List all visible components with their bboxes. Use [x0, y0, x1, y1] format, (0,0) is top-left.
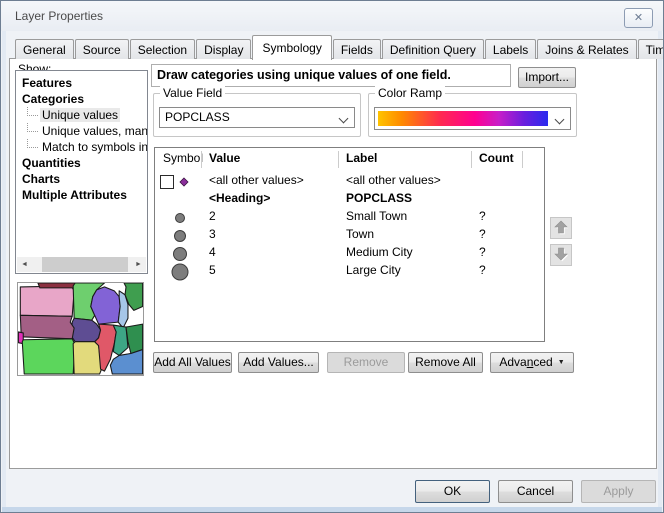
map-region: [91, 287, 120, 324]
symbology-tab-page: Show: Features Categories Unique values …: [9, 58, 657, 469]
column-header-count: Count: [479, 151, 514, 165]
color-ramp-dropdown[interactable]: [374, 107, 571, 130]
cell-value: <all other values>: [209, 173, 304, 187]
add-values-button[interactable]: Add Values...: [238, 352, 319, 373]
window-frame-bottom: [2, 507, 662, 512]
tab-display[interactable]: Display: [196, 39, 251, 59]
cell-label: Town: [346, 227, 374, 241]
show-tree: Features Categories Unique values Unique…: [15, 70, 148, 274]
advanced-button[interactable]: Advanced▼: [490, 352, 574, 373]
tab-definition-query[interactable]: Definition Query: [382, 39, 484, 59]
table-row[interactable]: 5 Large City ?: [155, 261, 544, 279]
color-ramp-label: Color Ramp: [375, 86, 445, 100]
tree-item-charts[interactable]: Charts: [16, 171, 147, 187]
dropdown-arrow-icon: ▼: [558, 359, 565, 366]
map-region: [38, 283, 75, 288]
map-region: [113, 325, 128, 355]
cell-label: POPCLASS: [346, 191, 412, 205]
add-all-values-button[interactable]: Add All Values: [153, 352, 232, 373]
tab-symbology[interactable]: Symbology: [252, 35, 331, 60]
window-title: Layer Properties: [15, 9, 103, 23]
map-preview-svg: [18, 283, 143, 375]
table-row[interactable]: 3 Town ?: [155, 225, 544, 243]
layer-properties-dialog: Layer Properties ✕ General Source Select…: [0, 0, 664, 513]
cell-count: ?: [479, 263, 486, 277]
tab-selection[interactable]: Selection: [130, 39, 195, 59]
tree-item-match-symbols[interactable]: Match to symbols in a: [16, 139, 147, 155]
cell-label: Medium City: [346, 245, 413, 259]
tree-item-quantities[interactable]: Quantities: [16, 155, 147, 171]
column-header-value: Value: [209, 151, 240, 165]
import-button[interactable]: Import...: [518, 67, 576, 88]
tab-joins-relates[interactable]: Joins & Relates: [537, 39, 636, 59]
map-region: [22, 339, 75, 374]
move-down-button[interactable]: [550, 244, 572, 266]
cell-count: ?: [479, 245, 486, 259]
cell-count: ?: [479, 209, 486, 223]
values-table-header: Symbol Value Label Count: [155, 148, 544, 169]
tab-general[interactable]: General: [15, 39, 74, 59]
tab-time[interactable]: Time: [638, 39, 664, 59]
up-arrow-icon: [551, 218, 571, 238]
title-bar[interactable]: Layer Properties ✕: [1, 1, 663, 31]
tab-strip: General Source Selection Display Symbolo…: [15, 33, 664, 59]
map-region: [126, 324, 143, 353]
window-frame-right: [658, 31, 662, 507]
cell-value: 2: [209, 209, 216, 223]
cell-label: Small Town: [346, 209, 407, 223]
tree-item-unique-values-many[interactable]: Unique values, many: [16, 123, 147, 139]
close-icon: ✕: [634, 12, 643, 24]
value-field-label: Value Field: [160, 86, 225, 100]
tree-horizontal-scrollbar[interactable]: ◄ ►: [17, 257, 146, 272]
tab-labels[interactable]: Labels: [485, 39, 536, 59]
scrollbar-thumb[interactable]: [42, 257, 128, 272]
cell-label: Large City: [346, 263, 401, 277]
table-row[interactable]: 4 Medium City ?: [155, 243, 544, 261]
all-other-values-checkbox[interactable]: [160, 175, 174, 189]
apply-button: Apply: [581, 480, 656, 503]
close-button[interactable]: ✕: [624, 8, 653, 28]
remove-button: Remove: [327, 352, 405, 373]
tree-item-unique-values[interactable]: Unique values: [16, 107, 147, 123]
method-description: Draw categories using unique values of o…: [151, 64, 511, 87]
scroll-right-icon[interactable]: ►: [131, 257, 146, 272]
scroll-left-icon[interactable]: ◄: [17, 257, 32, 272]
table-row[interactable]: 2 Small Town ?: [155, 207, 544, 225]
map-region: [71, 318, 100, 341]
cell-label: <all other values>: [346, 173, 441, 187]
column-header-label: Label: [346, 151, 377, 165]
cancel-button[interactable]: Cancel: [498, 480, 573, 503]
move-up-button[interactable]: [550, 217, 572, 239]
tree-item-multiple-attributes[interactable]: Multiple Attributes: [16, 187, 147, 203]
value-field-selected: POPCLASS: [165, 110, 230, 124]
tree-item-categories[interactable]: Categories: [16, 91, 147, 107]
color-ramp-swatch: [378, 111, 548, 126]
cell-value: <Heading>: [209, 191, 270, 205]
value-field-dropdown[interactable]: POPCLASS: [159, 107, 355, 128]
chevron-down-icon: [339, 114, 349, 124]
ok-button[interactable]: OK: [415, 480, 490, 503]
table-row[interactable]: <all other values> <all other values>: [155, 171, 544, 189]
column-header-symbol: Symbol: [163, 151, 203, 165]
cell-value: 4: [209, 245, 216, 259]
cell-value: 3: [209, 227, 216, 241]
remove-all-button[interactable]: Remove All: [408, 352, 483, 373]
symbology-preview-map: [17, 282, 144, 376]
map-region: [20, 286, 74, 316]
map-region: [20, 315, 74, 338]
values-table: Symbol Value Label Count <all other valu…: [154, 147, 545, 342]
cell-count: ?: [479, 227, 486, 241]
window-frame-left: [2, 31, 6, 507]
tree-item-features[interactable]: Features: [16, 75, 147, 91]
chevron-down-icon: [555, 115, 565, 125]
down-arrow-icon: [551, 245, 571, 265]
tab-fields[interactable]: Fields: [333, 39, 381, 59]
cell-value: 5: [209, 263, 216, 277]
map-region: [73, 342, 101, 374]
table-row[interactable]: <Heading> POPCLASS: [155, 189, 544, 207]
tab-source[interactable]: Source: [75, 39, 129, 59]
circle-symbol-icon[interactable]: [170, 263, 190, 281]
